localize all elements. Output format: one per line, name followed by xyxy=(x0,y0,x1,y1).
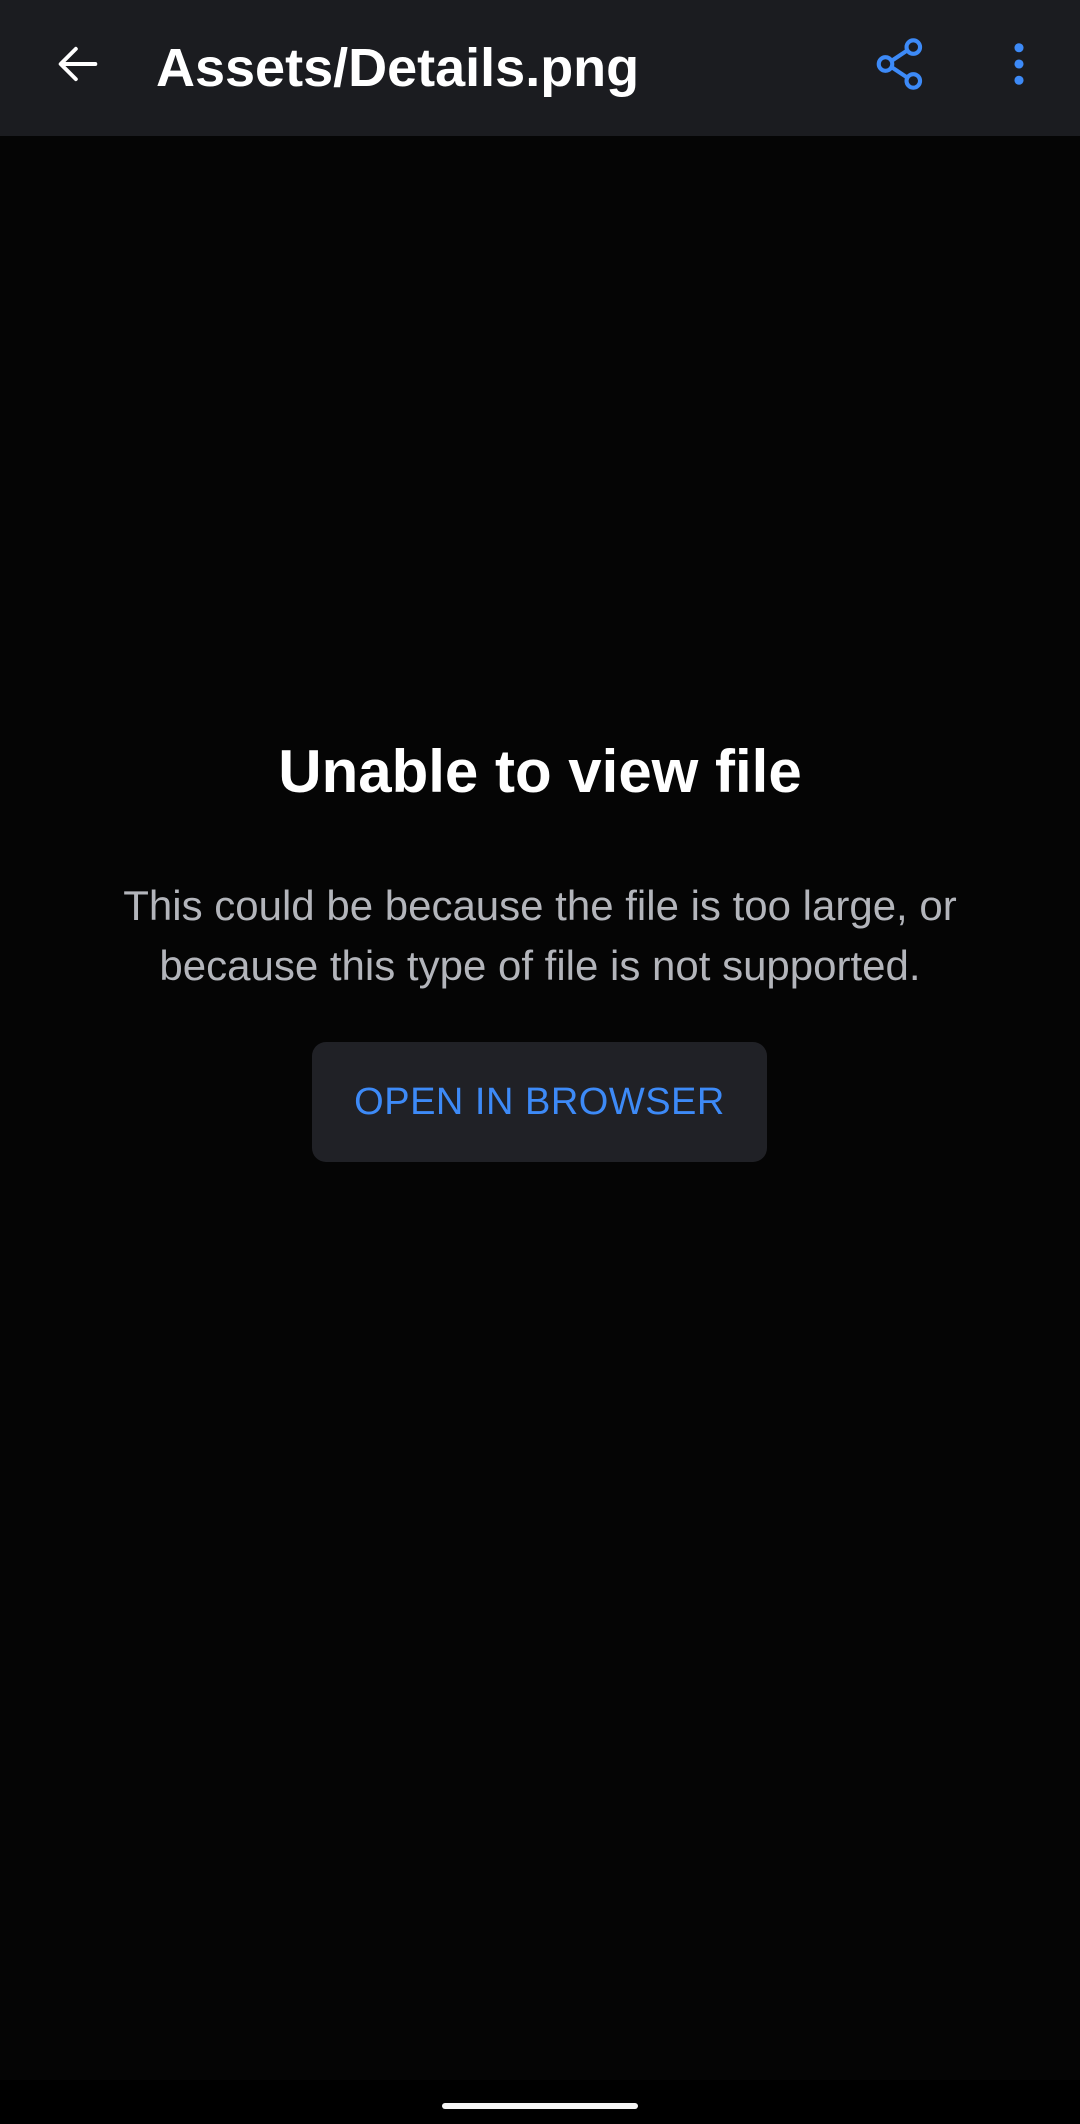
app-bar: Assets/Details.png xyxy=(0,0,1080,136)
arrow-left-icon xyxy=(58,46,98,82)
open-in-browser-label: OPEN IN BROWSER xyxy=(354,1080,725,1123)
file-viewer-screen: Assets/Details.png Unable to view file T… xyxy=(0,0,1080,2124)
page-title: Assets/Details.png xyxy=(156,38,640,98)
home-indicator[interactable] xyxy=(442,2103,638,2109)
system-navigation-bar xyxy=(0,2080,1080,2124)
share-button[interactable] xyxy=(858,22,942,106)
more-vert-icon xyxy=(1014,43,1024,85)
more-options-button[interactable] xyxy=(977,22,1061,106)
share-icon xyxy=(876,38,923,90)
empty-state-message: This could be because the file is too la… xyxy=(123,882,957,989)
empty-state-title: Unable to view file xyxy=(278,738,802,805)
open-in-browser-button[interactable]: OPEN IN BROWSER xyxy=(312,1042,767,1162)
back-button[interactable] xyxy=(36,22,120,106)
